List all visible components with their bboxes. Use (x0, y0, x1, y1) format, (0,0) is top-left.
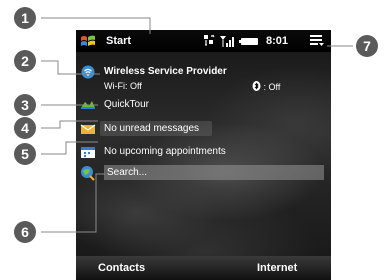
appointments-item[interactable]: No upcoming appointments (76, 143, 331, 161)
callout-6: 6 (14, 221, 36, 243)
callout-2: 2 (14, 50, 36, 72)
menu-icon[interactable] (310, 35, 324, 47)
search-input[interactable]: Search... (104, 165, 324, 180)
callout-1: 1 (14, 7, 36, 29)
internet-softkey[interactable]: Internet (257, 262, 297, 274)
callout-5: 5 (14, 143, 36, 165)
provider-item[interactable]: Wireless Service Provider Wi-Fi: Off : O… (76, 60, 331, 94)
provider-name: Wireless Service Provider (104, 66, 227, 77)
search-globe-icon (81, 166, 95, 181)
bluetooth-status: : Off (252, 81, 280, 92)
signal-strength-icon (220, 36, 235, 47)
title-bar: Start 8:01 (76, 30, 331, 52)
calendar-icon (81, 147, 95, 158)
messages-label: No unread messages (104, 123, 200, 134)
wifi-status: Wi-Fi: Off (104, 81, 142, 91)
start-menu-button[interactable]: Start (106, 35, 131, 47)
system-status-icons (202, 34, 260, 51)
bluetooth-status-text: : Off (263, 82, 281, 92)
wireless-manager-icon (81, 65, 95, 79)
softkey-bar: Contacts Internet (76, 256, 331, 280)
messages-item[interactable]: No unread messages (76, 120, 331, 138)
contacts-softkey[interactable]: Contacts (98, 262, 145, 274)
quicktour-item[interactable]: QuickTour (76, 96, 331, 114)
status-clock[interactable]: 8:01 (266, 35, 288, 47)
callout-3: 3 (14, 94, 36, 116)
quicktour-label: QuickTour (104, 99, 150, 110)
callout-7: 7 (356, 35, 378, 57)
battery-icon (239, 38, 259, 45)
envelope-icon (80, 124, 96, 134)
windows-flag-icon[interactable] (80, 34, 96, 48)
appointments-label: No upcoming appointments (104, 146, 226, 157)
phone-screen: Start 8:01 Wireless Service Provider Wi-… (76, 30, 331, 280)
quicktour-icon (81, 101, 95, 109)
bluetooth-icon (252, 81, 261, 91)
network-sync-icon (204, 34, 215, 46)
callout-4: 4 (14, 117, 36, 139)
